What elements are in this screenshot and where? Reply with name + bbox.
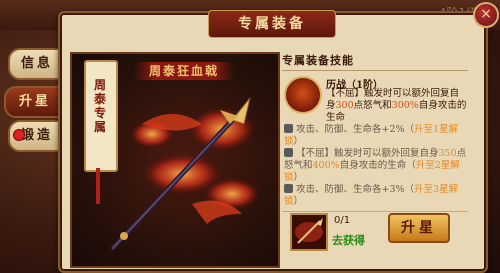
close-icon: ×	[480, 6, 492, 22]
skill-description: 【不屈】触发时可以额外回复自身300点怒气和300%自身攻击的生命	[326, 88, 468, 124]
star-bonus-tail: ）	[293, 196, 304, 207]
star-bonus-value: 350	[438, 148, 457, 159]
lock-icon	[284, 124, 293, 133]
star-bonus-tail: ）	[293, 172, 304, 183]
material-item-slot[interactable]	[290, 213, 328, 251]
close-button[interactable]: ×	[473, 2, 499, 28]
star-bonus-value: 400%	[312, 160, 340, 171]
skill-desc-value: 300%	[391, 100, 419, 111]
star-bonus-2: 【不屈】触发时可以额外回复自身350点怒气和400%自身攻击的生命（升至2星解锁…	[284, 148, 470, 184]
star-bonus-3: 攻击、防御、生命各+3%（升至3星解锁）	[284, 184, 470, 208]
skill-warrior-icon	[284, 76, 322, 114]
tab-info-label: 信息	[20, 56, 53, 71]
star-bonus-text: 【不屈】触发时可以额外回复自身	[296, 148, 439, 159]
get-material-link[interactable]: 去获得	[332, 232, 365, 248]
star-bonus-text: 攻击、防御、生命各+3%（	[296, 184, 415, 195]
lock-icon	[284, 148, 293, 157]
tab-star-up-label: 升星	[18, 94, 51, 109]
star-bonus-tail: ）	[293, 136, 304, 147]
spear-illustration	[110, 97, 260, 251]
tab-forge-label: 锻造	[20, 128, 53, 143]
panel-title: 专属装备	[208, 10, 336, 38]
star-bonus-1: 攻击、防御、生命各+2%（升至1星解锁）	[284, 124, 470, 148]
lock-icon	[284, 184, 293, 193]
star-up-button[interactable]: 升星	[388, 213, 450, 243]
star-bonus-text: 自身攻击的生命（	[339, 160, 416, 171]
material-count: 0/1	[334, 215, 351, 226]
star-bonus-text: 攻击、防御、生命各+2%（	[296, 124, 415, 135]
spear-item-icon	[292, 215, 326, 249]
bottom-divider	[282, 211, 468, 212]
skill-desc-text: 点怒气和	[353, 100, 392, 111]
skill-desc-value: 300	[335, 100, 354, 111]
skills-section-title: 专属装备技能	[282, 54, 354, 67]
tab-star-up[interactable]: 升星	[4, 86, 66, 118]
weapon-art-panel: 周泰狂血戟 周泰专属	[70, 52, 280, 268]
notification-badge	[13, 129, 25, 141]
skill-details: 历战（1阶） 【不屈】触发时可以额外回复自身300点怒气和300%自身攻击的生命…	[282, 74, 470, 212]
skills-title-underline	[282, 70, 468, 71]
spear-butt-ornament	[120, 232, 128, 240]
